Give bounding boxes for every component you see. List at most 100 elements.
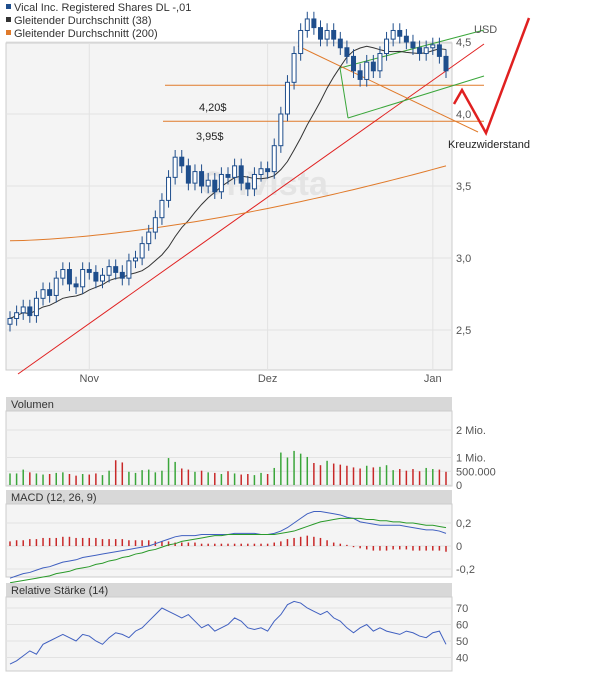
candle-body bbox=[351, 55, 357, 72]
macd-histogram-bar bbox=[187, 542, 190, 546]
macd-histogram-bar bbox=[432, 546, 434, 551]
macd-histogram-bar bbox=[266, 543, 269, 546]
volume-bar bbox=[326, 460, 328, 485]
volume-bar bbox=[432, 469, 434, 485]
volume-bar bbox=[445, 471, 447, 485]
x-tick-label: Nov bbox=[79, 373, 99, 385]
candle-body bbox=[166, 176, 172, 201]
volume-tick-label: 0 bbox=[456, 480, 462, 492]
candle-body bbox=[119, 271, 125, 279]
volume-bar bbox=[147, 469, 150, 485]
candle-body bbox=[73, 283, 79, 288]
candle-body bbox=[80, 269, 86, 288]
volume-bar bbox=[114, 460, 117, 485]
macd-histogram-bar bbox=[108, 539, 110, 546]
volume-bar bbox=[286, 457, 289, 485]
macd-histogram-bar bbox=[194, 542, 196, 546]
macd-histogram-bar bbox=[438, 546, 441, 551]
macd-histogram-bar bbox=[346, 544, 348, 546]
price-tick-label: 4,0 bbox=[456, 109, 471, 121]
volume-bar bbox=[42, 474, 44, 485]
volume-bar bbox=[48, 474, 51, 485]
price-tick-label: 4,5 bbox=[456, 37, 471, 49]
candle-body bbox=[284, 81, 290, 115]
macd-histogram-bar bbox=[48, 537, 51, 546]
macd-histogram-bar bbox=[399, 546, 401, 550]
macd-histogram-bar bbox=[313, 536, 315, 546]
volume-bar bbox=[220, 474, 223, 485]
candle-body bbox=[152, 217, 158, 233]
volume-bar bbox=[81, 474, 84, 485]
macd-histogram-bar bbox=[299, 536, 302, 546]
volume-tick-label: 2 Mio. bbox=[456, 425, 486, 437]
macd-histogram-bar bbox=[332, 542, 335, 546]
candle-body bbox=[86, 269, 92, 273]
candle-body bbox=[14, 312, 20, 319]
candle-body bbox=[20, 306, 26, 314]
macd-histogram-bar bbox=[55, 537, 57, 546]
macd-tick-label: -0,2 bbox=[456, 564, 475, 576]
volume-bar bbox=[227, 471, 229, 485]
rsi-axis: 40 50 60 70 bbox=[456, 603, 468, 665]
macd-title: MACD (12, 26, 9) bbox=[11, 492, 97, 504]
volume-bar bbox=[9, 473, 11, 485]
candle-body bbox=[357, 70, 363, 80]
price-panel bbox=[5, 42, 453, 371]
candle-body bbox=[139, 243, 145, 259]
candle-body bbox=[212, 179, 218, 193]
candle-body bbox=[238, 165, 244, 184]
legend-swatch-ma200 bbox=[6, 30, 11, 35]
volume-bar bbox=[214, 472, 216, 485]
candle-body bbox=[192, 171, 198, 184]
volume-bar bbox=[194, 471, 196, 485]
candle-body bbox=[304, 18, 310, 31]
macd-histogram-bar bbox=[359, 546, 361, 549]
candle-body bbox=[33, 297, 39, 317]
legend-swatch-ma38 bbox=[6, 17, 11, 22]
volume-tick-label: 1 Mio. bbox=[456, 453, 486, 465]
volume-bar bbox=[266, 474, 269, 485]
volume-bar bbox=[187, 469, 190, 485]
volume-bar bbox=[273, 467, 275, 485]
volume-bar bbox=[167, 458, 170, 485]
volume-bar bbox=[247, 474, 249, 485]
macd-histogram-bar bbox=[9, 541, 11, 546]
candle-body bbox=[199, 171, 205, 187]
macd-histogram-bar bbox=[293, 537, 295, 546]
volume-bar bbox=[161, 470, 163, 485]
candle-body bbox=[337, 38, 343, 49]
macd-histogram-bar bbox=[147, 540, 150, 546]
volume-header bbox=[6, 397, 452, 411]
candle-body bbox=[397, 29, 403, 37]
macd-histogram-bar bbox=[114, 539, 117, 546]
candle-body bbox=[225, 173, 231, 178]
price-tick-label: 3,0 bbox=[456, 253, 471, 265]
stock-chart: Vical Inc. Registered Shares DL -,01 Gle… bbox=[0, 0, 614, 691]
candle-body bbox=[133, 257, 139, 262]
macd-histogram-bar bbox=[445, 546, 447, 552]
macd-axis: -0,2 0 0,2 bbox=[456, 518, 475, 576]
macd-histogram-bar bbox=[365, 546, 368, 550]
macd-histogram-bar bbox=[339, 543, 342, 546]
volume-bar bbox=[359, 468, 361, 485]
volume-bar bbox=[88, 474, 91, 485]
candle-body bbox=[364, 61, 370, 80]
macd-histogram-bar bbox=[306, 535, 309, 546]
volume-bar bbox=[339, 464, 342, 485]
volume-bar bbox=[425, 467, 427, 485]
macd-histogram-bar bbox=[62, 536, 64, 546]
candle-body bbox=[278, 113, 284, 147]
volume-bar bbox=[68, 474, 71, 485]
volume-bar bbox=[200, 470, 203, 485]
macd-histogram-bar bbox=[260, 543, 262, 546]
candle-body bbox=[126, 260, 132, 279]
legend: Vical Inc. Registered Shares DL -,01 Gle… bbox=[6, 2, 191, 40]
candle-body bbox=[291, 53, 297, 83]
volume-bar bbox=[108, 470, 110, 485]
volume-bar bbox=[392, 470, 394, 485]
support-label-395: 3,95$ bbox=[196, 131, 224, 143]
volume-bar bbox=[306, 456, 309, 485]
volume-bar bbox=[332, 463, 335, 485]
rsi-tick-label: 60 bbox=[456, 620, 468, 632]
candle-body bbox=[271, 145, 277, 173]
